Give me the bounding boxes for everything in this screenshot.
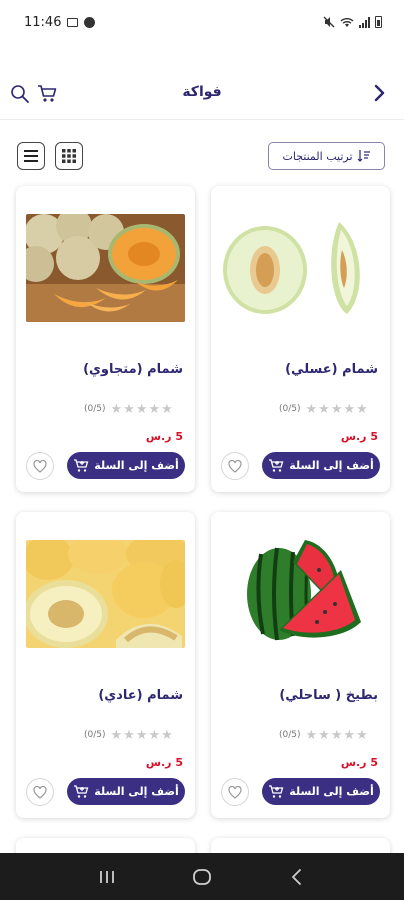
star-icon: ★ bbox=[135, 401, 148, 417]
rating: (0/5) ★ ★ ★ ★ ★ bbox=[279, 728, 368, 742]
heart-icon bbox=[33, 785, 47, 799]
status-time: 11:46 bbox=[24, 14, 62, 30]
recent-apps-button[interactable] bbox=[95, 865, 119, 889]
star-icon: ★ bbox=[356, 727, 368, 743]
star-icon: ★ bbox=[123, 727, 135, 743]
page-title: فواكة bbox=[182, 84, 222, 100]
home-button[interactable] bbox=[190, 865, 214, 889]
star-icon: ★ bbox=[318, 727, 330, 743]
product-image-yellow-melon[interactable] bbox=[26, 540, 185, 648]
star-icon: ★ bbox=[343, 401, 356, 417]
product-price: 5 ر.س bbox=[340, 430, 378, 443]
favorite-button[interactable] bbox=[26, 778, 54, 806]
cart-plus-icon bbox=[269, 784, 284, 798]
app-notification-icon bbox=[84, 16, 96, 28]
battery-icon bbox=[375, 16, 382, 28]
rating-stars: ★ ★ ★ ★ ★ bbox=[111, 403, 173, 416]
add-to-cart-label: أضف إلى السلة bbox=[94, 459, 179, 472]
heart-icon bbox=[33, 459, 47, 473]
heart-icon bbox=[228, 459, 242, 473]
star-icon: ★ bbox=[135, 727, 148, 743]
search-icon bbox=[11, 85, 29, 103]
heart-icon bbox=[228, 785, 242, 799]
system-nav-bar bbox=[0, 853, 404, 900]
product-image-watermelon[interactable] bbox=[221, 540, 380, 648]
star-icon: ★ bbox=[305, 727, 318, 743]
product-name[interactable]: شمام (عسلي) bbox=[285, 362, 378, 377]
rating: (0/5) ★ ★ ★ ★ ★ bbox=[279, 402, 368, 416]
add-to-cart-button[interactable]: أضف إلى السلة bbox=[262, 778, 380, 805]
home-icon bbox=[193, 868, 211, 885]
rating-text: (0/5) bbox=[84, 730, 106, 740]
sort-products-button[interactable]: ترتيب المنتجات bbox=[268, 142, 385, 170]
star-icon: ★ bbox=[148, 727, 161, 743]
add-to-cart-button[interactable]: أضف إلى السلة bbox=[67, 778, 185, 805]
product-card[interactable]: شمام (عسلي) (0/5) ★ ★ ★ ★ ★ 5 ر.س أضف إلى ال… bbox=[211, 186, 390, 492]
star-icon: ★ bbox=[110, 727, 123, 743]
rating-text: (0/5) bbox=[84, 404, 106, 414]
list-view-button[interactable] bbox=[17, 142, 45, 170]
product-price: 5 ر.س bbox=[145, 756, 183, 769]
product-price: 5 ر.س bbox=[145, 430, 183, 443]
favorite-button[interactable] bbox=[221, 452, 249, 480]
grid-icon bbox=[62, 149, 76, 163]
status-bar: 11:46 bbox=[0, 0, 404, 44]
cart-plus-icon bbox=[269, 458, 284, 472]
product-price: 5 ر.س bbox=[340, 756, 378, 769]
add-to-cart-button[interactable]: أضف إلى السلة bbox=[67, 452, 185, 479]
chevron-right-icon bbox=[374, 84, 385, 102]
add-to-cart-label: أضف إلى السلة bbox=[289, 459, 374, 472]
cart-plus-icon bbox=[74, 784, 89, 798]
star-icon: ★ bbox=[123, 401, 135, 417]
product-name[interactable]: شمام (عادي) bbox=[98, 688, 183, 703]
rating: (0/5) ★ ★ ★ ★ ★ bbox=[84, 728, 173, 742]
mute-icon bbox=[323, 16, 335, 28]
grid-view-button[interactable] bbox=[55, 142, 83, 170]
sort-label: ترتيب المنتجات bbox=[282, 149, 353, 163]
cart-button[interactable] bbox=[36, 83, 58, 105]
add-to-cart-button[interactable]: أضف إلى السلة bbox=[262, 452, 380, 479]
rating-text: (0/5) bbox=[279, 730, 301, 740]
back-icon bbox=[291, 868, 301, 885]
rating-stars: ★ ★ ★ ★ ★ bbox=[306, 729, 368, 742]
favorite-button[interactable] bbox=[26, 452, 54, 480]
cart-plus-icon bbox=[74, 458, 89, 472]
search-button[interactable] bbox=[10, 84, 30, 104]
list-icon bbox=[24, 150, 38, 162]
product-card[interactable]: شمام (عادي) (0/5) ★ ★ ★ ★ ★ 5 ر.س أضف إلى ال… bbox=[16, 512, 195, 818]
recent-apps-icon bbox=[100, 870, 115, 883]
star-icon: ★ bbox=[161, 727, 173, 743]
product-card[interactable]: شمام (متجاوي) (0/5) ★ ★ ★ ★ ★ 5 ر.س أضف إلى … bbox=[16, 186, 195, 492]
favorite-button[interactable] bbox=[221, 778, 249, 806]
add-to-cart-label: أضف إلى السلة bbox=[94, 785, 179, 798]
star-icon: ★ bbox=[110, 401, 123, 417]
signal-icon bbox=[359, 16, 370, 28]
star-icon: ★ bbox=[305, 401, 318, 417]
gallery-notification-icon bbox=[67, 17, 79, 27]
product-card[interactable]: بطيخ ( ساحلي) (0/5) ★ ★ ★ ★ ★ 5 ر.س أضف إلى … bbox=[211, 512, 390, 818]
cart-icon bbox=[38, 85, 57, 102]
star-icon: ★ bbox=[330, 727, 343, 743]
sort-icon bbox=[357, 150, 370, 162]
wifi-icon bbox=[340, 17, 354, 27]
rating-stars: ★ ★ ★ ★ ★ bbox=[306, 403, 368, 416]
star-icon: ★ bbox=[161, 401, 173, 417]
product-name[interactable]: شمام (متجاوي) bbox=[83, 362, 183, 377]
rating-stars: ★ ★ ★ ★ ★ bbox=[111, 729, 173, 742]
star-icon: ★ bbox=[330, 401, 343, 417]
rating: (0/5) ★ ★ ★ ★ ★ bbox=[84, 402, 173, 416]
star-icon: ★ bbox=[318, 401, 330, 417]
product-image-cantaloupe-melon[interactable] bbox=[26, 214, 185, 322]
rating-text: (0/5) bbox=[279, 404, 301, 414]
header: فواكة bbox=[0, 70, 404, 120]
product-name[interactable]: بطيخ ( ساحلي) bbox=[279, 688, 378, 703]
add-to-cart-label: أضف إلى السلة bbox=[289, 785, 374, 798]
back-button[interactable] bbox=[368, 82, 390, 104]
star-icon: ★ bbox=[356, 401, 368, 417]
product-image-honeydew-melon[interactable] bbox=[221, 214, 380, 322]
system-back-button[interactable] bbox=[285, 865, 309, 889]
star-icon: ★ bbox=[148, 401, 161, 417]
star-icon: ★ bbox=[343, 727, 356, 743]
